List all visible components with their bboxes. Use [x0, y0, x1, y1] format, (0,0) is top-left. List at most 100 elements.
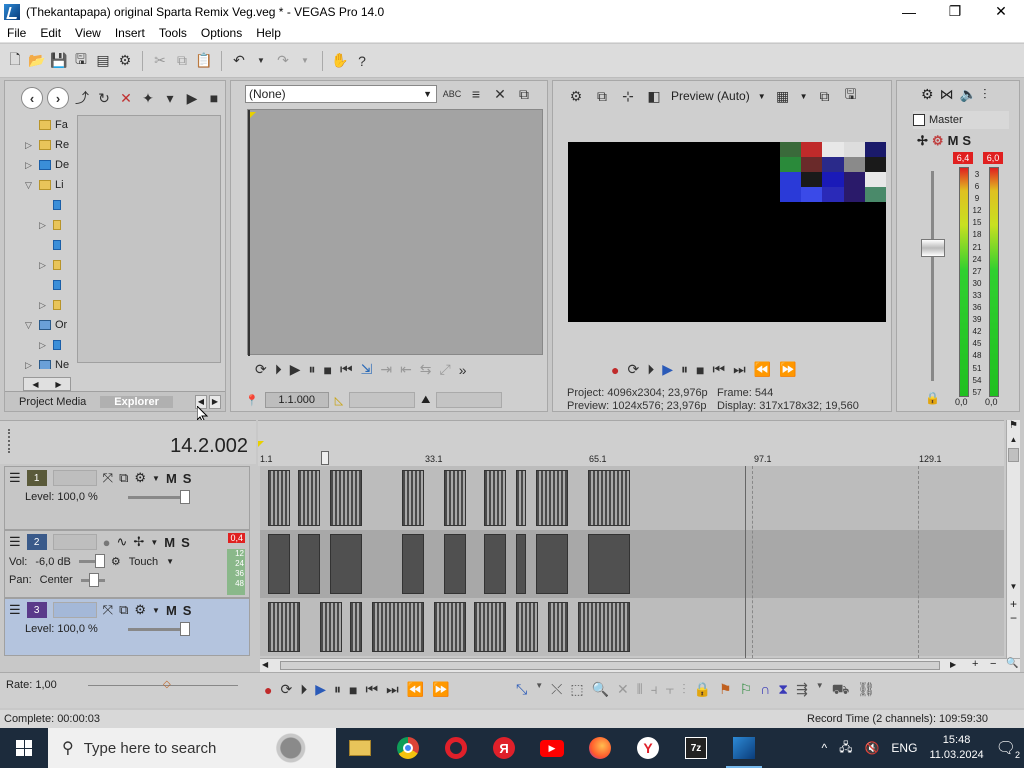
copy-snapshot-icon[interactable]: ⧉ [816, 87, 834, 105]
audio-clip[interactable] [516, 534, 526, 594]
video-clip[interactable] [350, 602, 362, 652]
tree-item[interactable]: ▷ Re [19, 135, 75, 155]
insert-region-icon[interactable]: ⚐ [740, 681, 753, 700]
scroll-thumb[interactable] [280, 661, 940, 670]
audio-clip[interactable] [298, 534, 320, 594]
track-fx-gear-icon[interactable]: ⚙ [134, 470, 146, 486]
expand-icon[interactable]: ▷ [39, 300, 49, 311]
external-monitor-icon[interactable]: ⧉ [593, 87, 611, 105]
chevron-down-icon[interactable]: ▼ [150, 538, 158, 547]
lock-envelopes-icon[interactable]: ⛟ [832, 681, 850, 700]
mute-button[interactable]: M [164, 535, 175, 550]
bus-insert-icon[interactable]: ✢ [917, 133, 928, 149]
scroll-left-icon[interactable]: ◀ [32, 380, 38, 389]
minimize-button[interactable]: — [886, 0, 932, 23]
go-to-end-icon[interactable]: ⏭ [733, 361, 746, 378]
chevron-down-icon[interactable]: ▼ [152, 474, 160, 483]
yandex-browser-taskbar-icon[interactable]: Y [624, 728, 672, 768]
rate-slider-knob[interactable]: ◇ [163, 679, 171, 690]
pan-slider[interactable] [80, 572, 105, 587]
volume-slider[interactable] [78, 554, 105, 568]
insert-marker-icon[interactable]: ⚑ [719, 681, 732, 700]
save-snapshot-icon[interactable]: 🖫 [842, 86, 860, 105]
menu-tools[interactable]: Tools [152, 26, 194, 40]
record-icon[interactable]: ● [264, 682, 272, 698]
video-clip[interactable] [578, 602, 630, 652]
play-icon[interactable]: ▶ [315, 681, 326, 698]
previous-frame-icon[interactable]: ⏪ [754, 361, 771, 378]
tree-item[interactable]: ▽ Or [19, 315, 75, 335]
whats-this-help-icon[interactable]: ? [353, 52, 371, 70]
youtube-taskbar-icon[interactable]: ▶ [528, 728, 576, 768]
menu-edit[interactable]: Edit [33, 26, 68, 40]
video-clip[interactable] [444, 470, 466, 526]
automation-gear-icon[interactable]: ⚙ [111, 555, 121, 568]
menu-file[interactable]: File [0, 26, 33, 40]
marker-flag-icon[interactable]: ⚑ [1007, 420, 1020, 431]
scroll-right-icon[interactable]: ▶ [55, 380, 61, 389]
auto-crossfade-icon[interactable]: ⧗ [778, 681, 788, 700]
video-clip[interactable] [268, 602, 300, 652]
zoom-tool-icon[interactable]: 🔍 [1006, 658, 1018, 669]
solo-button[interactable]: S [181, 535, 190, 550]
expand-icon[interactable]: ▷ [39, 260, 49, 271]
track-name-field[interactable] [52, 534, 97, 550]
master-fader-track[interactable] [931, 171, 934, 381]
track-name-field[interactable] [52, 470, 97, 486]
trim-list-icon[interactable]: ≡ [467, 85, 485, 103]
stop-icon[interactable]: ■ [696, 362, 704, 378]
delete-icon[interactable]: ✕ [617, 681, 629, 700]
audio-clip[interactable] [588, 534, 630, 594]
timecode-display[interactable]: 14.2.002 [170, 435, 248, 458]
track-name-field[interactable] [52, 602, 97, 618]
master-fader-knob[interactable] [921, 239, 945, 257]
minimize-track-icon[interactable]: ☰ [9, 602, 21, 618]
audio-clip[interactable] [536, 534, 568, 594]
chevron-down-icon[interactable]: ▼ [800, 92, 808, 101]
loop-start-flag-icon[interactable] [258, 441, 264, 447]
level-slider-knob[interactable] [179, 489, 190, 504]
show-hidden-icons-chevron-icon[interactable]: ^ [821, 741, 827, 755]
track-motion-icon[interactable]: ⤧ [103, 602, 113, 618]
undo-dropdown-icon[interactable]: ▼ [252, 52, 270, 70]
vegas-app-icon[interactable] [4, 3, 20, 20]
tree-horizontal-scrollbar[interactable]: ◀ ▶ [23, 377, 71, 391]
go-to-start-icon[interactable]: ⏮ [712, 361, 725, 378]
chevron-down-icon[interactable]: ▼ [758, 92, 766, 101]
selection-field[interactable] [349, 392, 416, 408]
start-button[interactable] [0, 728, 48, 768]
add-overwrite-icon[interactable]: ⇆ [420, 361, 432, 378]
loop-icon[interactable]: ⟳ [280, 681, 292, 698]
zoom-edit-tool-icon[interactable]: 🔍 [592, 681, 609, 700]
stop-icon[interactable]: ■ [205, 89, 223, 107]
tree-item[interactable]: ▷ Ne [19, 355, 75, 369]
track-motion-icon[interactable]: ⤧ [103, 470, 113, 486]
taskbar-clock[interactable]: 15:48 11.03.2024 [929, 733, 983, 763]
trimmer-position-field[interactable]: 1.1.000 [264, 392, 329, 408]
solo-button[interactable]: S [183, 471, 192, 486]
drag-handle[interactable] [8, 429, 11, 453]
collapse-icon[interactable]: ▽ [25, 320, 35, 331]
timeline-horizontal-scrollbar[interactable]: ◀ ▶ + − 🔍 [260, 658, 1020, 672]
file-explorer-taskbar-icon[interactable] [336, 728, 384, 768]
play-from-start-icon[interactable]: ⏵ [275, 361, 282, 378]
go-to-start-icon[interactable]: ⏮ [340, 361, 353, 378]
timeline-ruler[interactable]: 1.1 33.1 65.1 97.1 129.1 [258, 420, 1004, 466]
tree-item[interactable]: ▷ [19, 215, 75, 235]
trim-icon[interactable]: ⫴ [637, 681, 643, 700]
close-button[interactable]: ✕ [978, 0, 1024, 23]
undo-icon[interactable]: ↶ [230, 52, 248, 70]
audio-clip[interactable] [402, 534, 424, 594]
playhead-marker-icon[interactable] [321, 451, 329, 465]
collapse-icon[interactable]: ▽ [25, 180, 35, 191]
track-lane-audio-2[interactable] [260, 530, 1004, 598]
vegas-taskbar-icon[interactable] [720, 728, 768, 768]
mute-button[interactable]: M [166, 471, 177, 486]
trim-start-icon[interactable]: ⫞ [651, 681, 658, 700]
bus-fx-icon[interactable]: ⚙ [932, 133, 944, 149]
preview-quality-dropdown[interactable]: Preview (Auto) [671, 89, 750, 103]
tree-item[interactable]: ▷ [19, 295, 75, 315]
video-clip[interactable] [536, 470, 568, 526]
track-lane-video-1[interactable] [260, 466, 1004, 530]
zoom-out-icon[interactable]: − [1007, 611, 1020, 625]
